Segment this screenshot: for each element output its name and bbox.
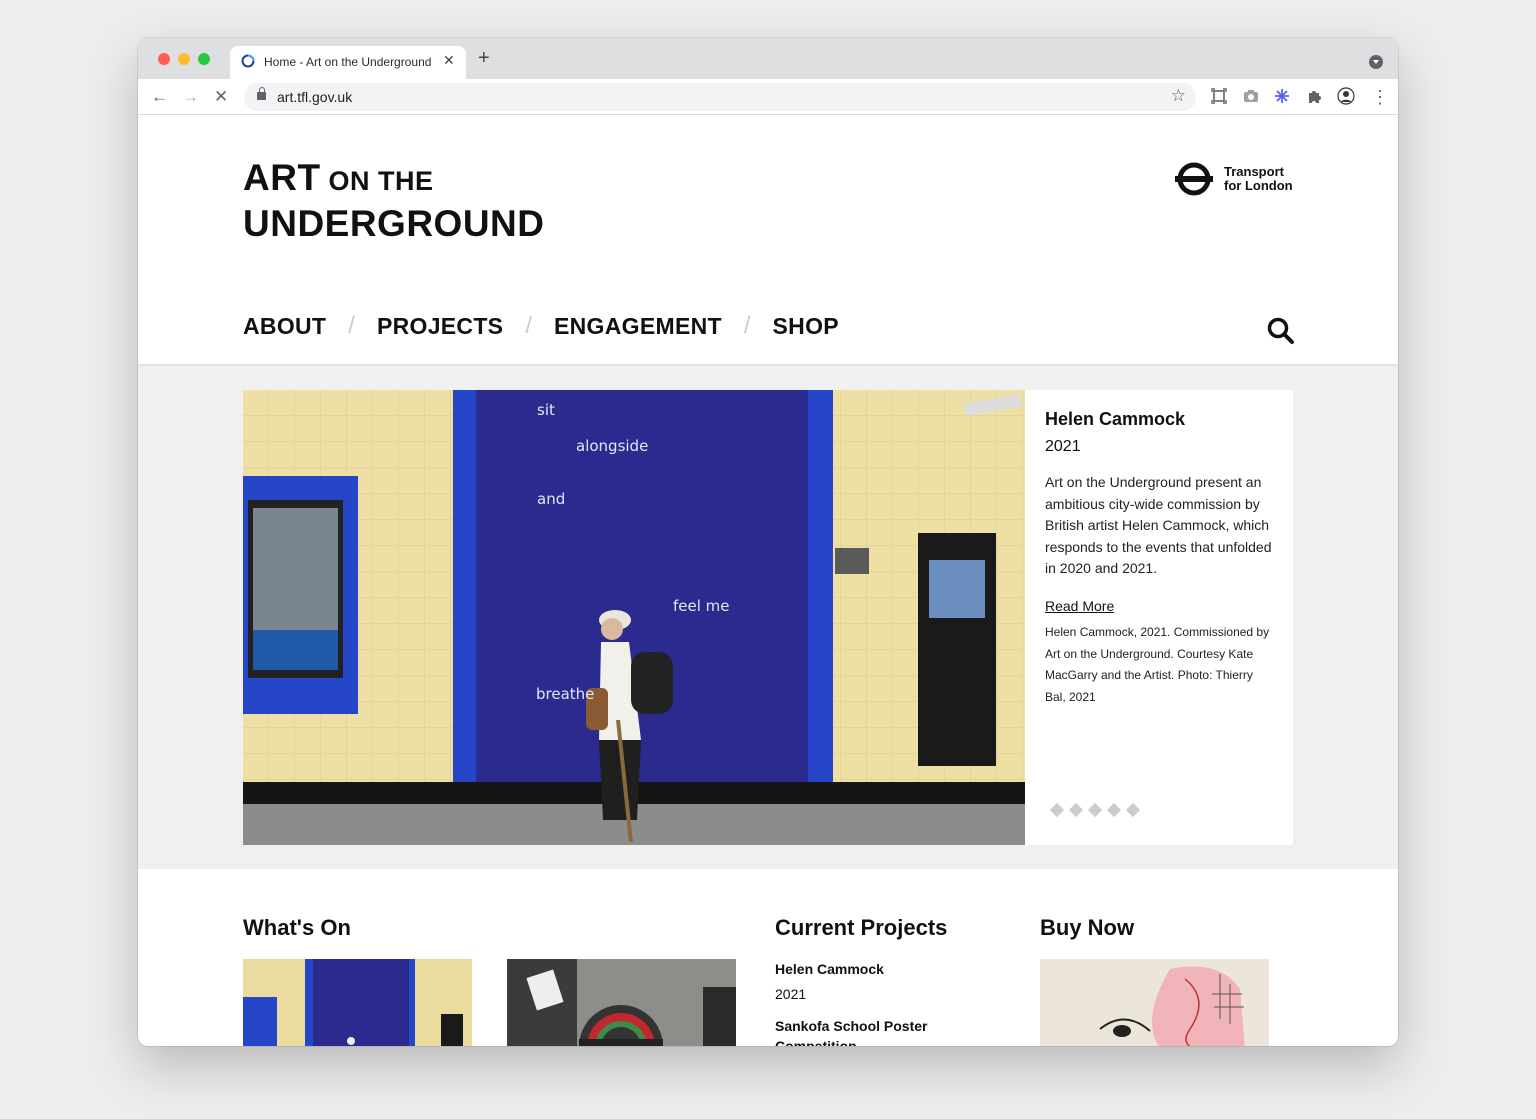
carousel-dot-3[interactable] [1087,802,1103,818]
tfl-line1: Transport [1224,164,1284,179]
poster-word-and: and [537,490,565,508]
close-tab-icon[interactable]: ✕ [443,52,455,69]
browser-toolbar: ← → ✕ art.tfl.gov.uk ☆ ⋮ [138,79,1398,115]
url-text: art.tfl.gov.uk [277,89,353,105]
screenshot-area-icon[interactable] [1210,87,1228,105]
nav-separator: / [348,312,355,339]
tab-strip: Home - Art on the Underground ✕ + [138,38,1398,79]
address-bar[interactable]: art.tfl.gov.uk ☆ [244,83,1196,111]
project-title: Helen Cammock [775,961,884,977]
carousel-pagination [1049,802,1141,818]
main-navigation: ABOUT / PROJECTS / ENGAGEMENT / SHOP [243,312,839,340]
bookmark-star-icon[interactable]: ☆ [1171,86,1186,106]
browser-tab[interactable]: Home - Art on the Underground ✕ [230,46,466,79]
carousel-dot-5[interactable] [1125,802,1141,818]
tfl-logo[interactable]: Transport for London [1174,162,1293,196]
close-window-button[interactable] [158,53,170,65]
stop-loading-icon[interactable]: ✕ [214,87,228,107]
poster-word-sit: sit [537,401,555,419]
hero-caption-panel: Helen Cammock 2021 Art on the Undergroun… [1025,390,1293,845]
profile-avatar-icon[interactable] [1337,87,1355,105]
whats-on-heading: What's On [243,915,351,940]
poster-word-feel-me: feel me [673,597,730,615]
nav-projects[interactable]: PROJECTS [377,313,503,340]
project-title: Sankofa School Poster Competition [775,1018,928,1046]
current-project-item-1[interactable]: Helen Cammock 2021 [775,961,884,1002]
hero-image[interactable]: sit alongside and feel me breathe [243,390,1025,845]
nav-separator: / [525,312,532,339]
read-more-link[interactable]: Read More [1045,598,1114,614]
poster-word-alongside: alongside [576,437,648,455]
window-controls [158,53,210,65]
browser-menu-icon[interactable]: ⋮ [1371,87,1389,107]
project-year: 2021 [775,986,807,1002]
nav-separator: / [743,312,751,339]
back-arrow-icon[interactable]: ← [151,87,168,107]
buy-now-product-image[interactable] [1040,959,1269,1046]
carousel-dot-1[interactable] [1049,802,1065,818]
lock-icon [257,87,266,100]
hero-artist-name: Helen Cammock [1045,409,1186,429]
minimize-window-button[interactable] [178,53,190,65]
current-projects-heading: Current Projects [775,915,948,940]
logo-art: ART [243,157,321,198]
site-logo[interactable]: ART ON THE UNDERGROUND [243,159,545,243]
new-tab-button[interactable]: + [478,48,490,68]
buy-now-heading: Buy Now [1040,915,1135,940]
hero-section: sit alongside and feel me breathe Helen … [138,364,1398,869]
extensions-puzzle-icon[interactable] [1305,87,1323,105]
extension-snowflake-icon[interactable] [1273,87,1291,105]
webpage: ART ON THE UNDERGROUND Transport for Lon… [138,116,1398,1046]
carousel-dot-4[interactable] [1106,802,1122,818]
search-icon[interactable] [1266,316,1296,346]
nav-shop[interactable]: SHOP [773,313,839,340]
whats-on-card-1-image[interactable] [243,959,472,1046]
nav-engagement[interactable]: ENGAGEMENT [554,313,722,340]
camera-icon[interactable] [1242,87,1260,105]
tfl-roundel-icon [1175,162,1213,196]
site-favicon-icon [241,54,255,68]
hero-year: 2021 [1045,438,1081,455]
forward-arrow-icon[interactable]: → [182,87,199,107]
nav-about[interactable]: ABOUT [243,313,326,340]
maximize-window-button[interactable] [198,53,210,65]
browser-window: Home - Art on the Underground ✕ + ← → ✕ … [138,38,1398,1046]
whats-on-card-2-image[interactable] [507,959,736,1046]
current-project-item-2[interactable]: Sankofa School Poster Competition [775,1016,975,1046]
tab-title: Home - Art on the Underground [264,55,432,69]
tab-search-icon[interactable] [1369,55,1383,69]
poster-word-breathe: breathe [536,685,594,703]
hero-photo-credit: Helen Cammock, 2021. Commissioned by Art… [1045,624,1270,704]
logo-underground: UNDERGROUND [243,203,545,244]
hero-description: Art on the Underground present an ambiti… [1045,474,1272,577]
logo-on-the: ON THE [320,166,434,196]
tfl-line2: for London [1224,178,1293,193]
carousel-dot-2[interactable] [1068,802,1084,818]
